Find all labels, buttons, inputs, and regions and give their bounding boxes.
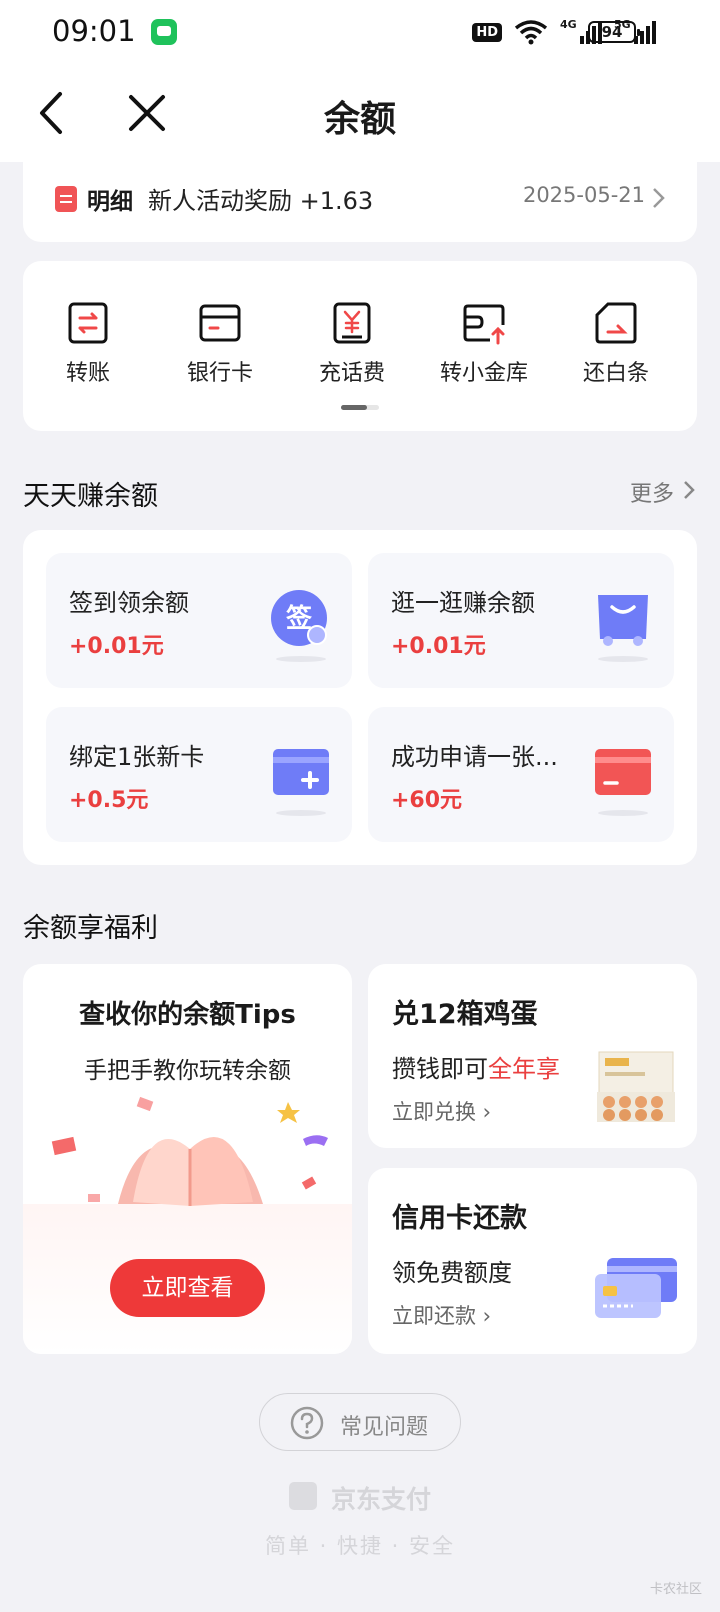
- repay-now-link[interactable]: 立即还款 ›: [392, 1300, 491, 1330]
- status-time: 09:01: [52, 14, 136, 48]
- jd-pay-logo: [288, 1482, 317, 1510]
- view-now-button[interactable]: 立即查看: [110, 1259, 265, 1317]
- hd-badge: HD: [472, 22, 502, 42]
- add-card-icon: [273, 749, 329, 795]
- brand-slogan: 简单 · 快捷 · 安全: [264, 1534, 456, 1558]
- battery-icon: 94: [588, 21, 640, 43]
- balance-tips-card[interactable]: 查收你的余额Tips 手把手教你玩转余额 立即查看: [23, 964, 352, 1354]
- credit-title: 信用卡还款: [392, 1203, 527, 1234]
- open-book-icon: [51, 1096, 328, 1206]
- message-app-icon: [151, 19, 177, 45]
- credit-cards-icon: [595, 1258, 677, 1318]
- earn-tasks-card: 签到领余额 +0.01元 签 逛一逛赚余额 +0.01元 绑定1张新卡 +0.5…: [23, 530, 697, 865]
- brand-name: 京东支付: [288, 1480, 431, 1516]
- detail-date: 2025-05-21: [522, 183, 645, 207]
- action-bank-card[interactable]: 银行卡: [165, 301, 275, 387]
- task-apply-card[interactable]: 成功申请一张... +60元: [368, 707, 674, 842]
- egg-title: 兑12箱鸡蛋: [392, 999, 538, 1030]
- earn-section-title: 天天赚余额: [23, 481, 158, 512]
- action-phone-recharge[interactable]: 充话费: [297, 301, 407, 387]
- egg-box-icon: [597, 1051, 675, 1122]
- phone-recharge-icon: [333, 302, 371, 344]
- action-baitiao-repay[interactable]: 还白条: [561, 301, 671, 387]
- page-title: 余额: [323, 99, 396, 140]
- shopping-bag-icon: [598, 595, 648, 646]
- svg-text:签: 签: [286, 603, 313, 634]
- egg-reward-card[interactable]: 兑12箱鸡蛋 攒钱即可全年享 立即兑换 ›: [368, 964, 697, 1148]
- wifi-icon: [514, 20, 548, 45]
- redeem-now-link[interactable]: 立即兑换 ›: [392, 1096, 491, 1126]
- tips-subtitle: 手把手教你玩转余额: [84, 1058, 291, 1084]
- quick-actions: 转账 银行卡 充话费 转小金库 还白条: [23, 261, 697, 431]
- detail-latest-record: 新人活动奖励 +1.63: [148, 187, 374, 215]
- tips-title: 查收你的余额Tips: [79, 1000, 296, 1030]
- question-icon: [290, 1406, 324, 1440]
- more-link[interactable]: 更多: [630, 476, 674, 508]
- task-browse[interactable]: 逛一逛赚余额 +0.01元: [368, 553, 674, 688]
- task-bind-card[interactable]: 绑定1张新卡 +0.5元: [46, 707, 352, 842]
- balance-detail-row[interactable]: 明细 新人活动奖励 +1.63 2025-05-21: [23, 162, 697, 242]
- detail-label: 明细: [87, 189, 133, 215]
- vault-transfer-icon: [463, 304, 505, 345]
- page-indicator: [341, 405, 379, 410]
- nav-bar: 余额: [0, 64, 720, 162]
- credit-repay-card[interactable]: 信用卡还款 领免费额度 立即还款 ›: [368, 1168, 697, 1354]
- baitiao-repay-icon: [595, 302, 637, 344]
- chevron-right-icon: [653, 188, 665, 208]
- action-vault-transfer[interactable]: 转小金库: [429, 301, 539, 387]
- faq-button[interactable]: 常见问题: [259, 1393, 461, 1451]
- brand-footer: 京东支付 简单 · 快捷 · 安全: [0, 1480, 720, 1560]
- watermark: 卡农社区: [649, 1582, 702, 1597]
- credit-card-icon: [595, 749, 651, 795]
- chevron-right-icon[interactable]: [682, 479, 696, 501]
- egg-subtitle: 攒钱即可全年享: [392, 1055, 560, 1083]
- detail-icon: [55, 186, 77, 212]
- transfer-icon: [68, 302, 108, 344]
- status-bar: 09:01 HD 4G 5G 94: [0, 0, 720, 64]
- action-transfer[interactable]: 转账: [33, 301, 143, 387]
- sign-in-badge-icon: 签: [271, 590, 327, 646]
- welfare-section-title: 余额享福利: [23, 913, 158, 944]
- credit-subtitle: 领免费额度: [392, 1259, 512, 1287]
- bank-card-icon: [199, 304, 241, 342]
- task-sign-in[interactable]: 签到领余额 +0.01元 签: [46, 553, 352, 688]
